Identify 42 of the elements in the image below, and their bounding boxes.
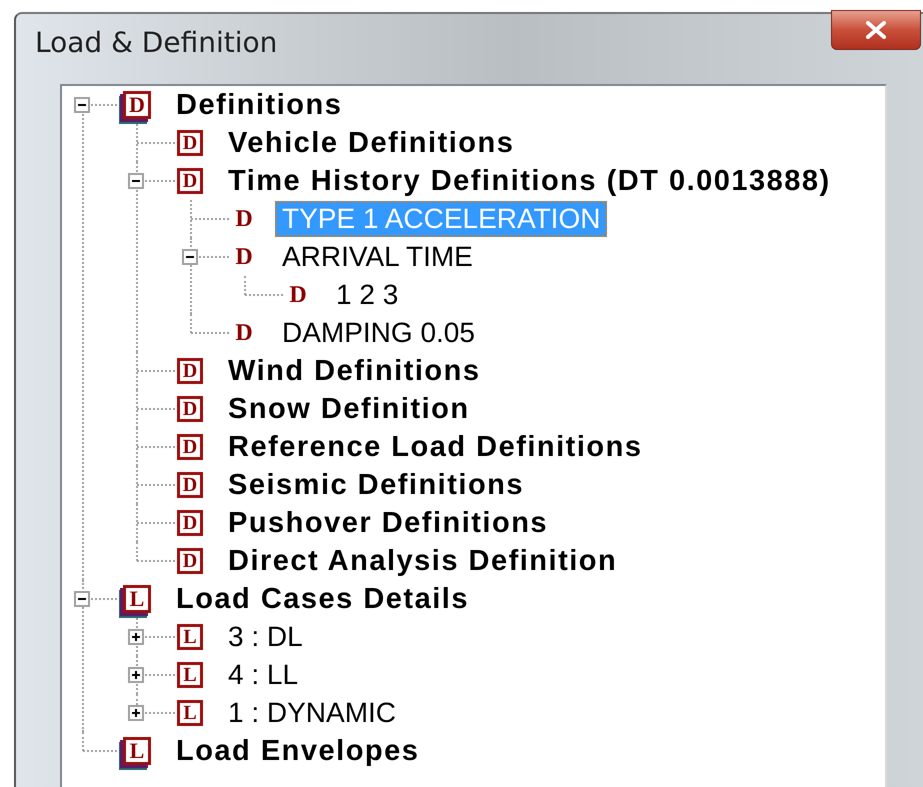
collapse-icon[interactable] bbox=[74, 591, 90, 607]
letter-icon: D bbox=[231, 242, 257, 272]
letter-icon: D bbox=[231, 204, 257, 234]
tree-item[interactable]: Reference Load Definitions bbox=[221, 428, 650, 466]
tree-item[interactable]: Direct Analysis Definition bbox=[221, 542, 624, 580]
collapse-icon[interactable] bbox=[182, 249, 198, 265]
letter-icon: L bbox=[177, 624, 203, 650]
close-button[interactable] bbox=[831, 10, 921, 50]
letter-icon: D bbox=[177, 130, 203, 156]
tree-item[interactable]: Seismic Definitions bbox=[221, 466, 532, 504]
window-title: Load & Definition bbox=[35, 26, 278, 59]
tree-item[interactable]: Snow Definition bbox=[221, 390, 477, 428]
collapse-icon[interactable] bbox=[128, 173, 144, 189]
letter-icon: D bbox=[177, 510, 203, 536]
expand-icon[interactable] bbox=[128, 705, 144, 721]
expand-icon[interactable] bbox=[128, 629, 144, 645]
letter-icon: D bbox=[285, 280, 311, 310]
tree-item[interactable]: 1 2 3 bbox=[329, 277, 406, 313]
letter-icon: D bbox=[177, 168, 203, 194]
letter-icon: D bbox=[177, 434, 203, 460]
tree-item[interactable]: 3 : DL bbox=[221, 619, 310, 655]
tree-item[interactable]: Definitions bbox=[169, 86, 350, 124]
tree-item[interactable]: Time History Definitions (DT 0.0013888) bbox=[221, 162, 838, 200]
letter-icon: L bbox=[177, 700, 203, 726]
letter-icon: D bbox=[177, 472, 203, 498]
tree-item[interactable]: 4 : LL bbox=[221, 657, 306, 693]
letter-icon: L bbox=[177, 662, 203, 688]
tree-item[interactable]: 1 : DYNAMIC bbox=[221, 695, 404, 731]
tree-item[interactable]: DAMPING 0.05 bbox=[275, 315, 482, 351]
close-icon bbox=[865, 21, 887, 39]
collapse-icon[interactable] bbox=[74, 97, 90, 113]
letter-icon: D bbox=[177, 548, 203, 574]
tree-item[interactable]: Wind Definitions bbox=[221, 352, 488, 390]
expand-icon[interactable] bbox=[128, 667, 144, 683]
tree-item[interactable]: Vehicle Definitions bbox=[221, 124, 522, 162]
tree-item[interactable]: Pushover Definitions bbox=[221, 504, 556, 542]
tree-item[interactable]: ARRIVAL TIME bbox=[275, 239, 480, 275]
tree-item[interactable]: Load Envelopes bbox=[169, 732, 426, 770]
letter-icon: D bbox=[177, 396, 203, 422]
tree-item[interactable]: Load Cases Details bbox=[169, 580, 476, 618]
letter-icon: D bbox=[177, 358, 203, 384]
letter-icon: D bbox=[231, 318, 257, 348]
